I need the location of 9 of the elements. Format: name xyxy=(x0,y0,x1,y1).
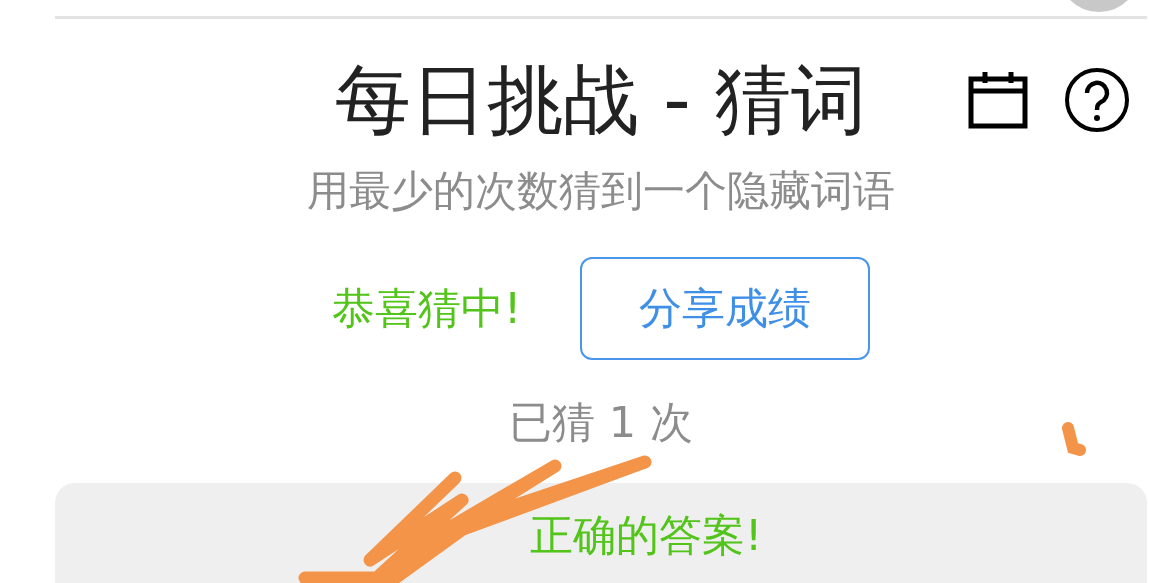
calendar-icon[interactable] xyxy=(968,71,1028,129)
subtitle: 用最少的次数猜到一个隐藏词语 xyxy=(306,165,896,217)
success-message: 恭喜猜中! xyxy=(331,281,522,335)
share-button[interactable]: 分享成绩 xyxy=(580,257,871,360)
help-icon[interactable] xyxy=(1064,67,1130,133)
guess-count: 已猜 1 次 xyxy=(509,396,693,449)
scribble-mark xyxy=(1060,421,1088,458)
page-title: 每日挑战 - 猜词 xyxy=(335,55,867,145)
result-message: 正确的答案! xyxy=(530,510,763,560)
